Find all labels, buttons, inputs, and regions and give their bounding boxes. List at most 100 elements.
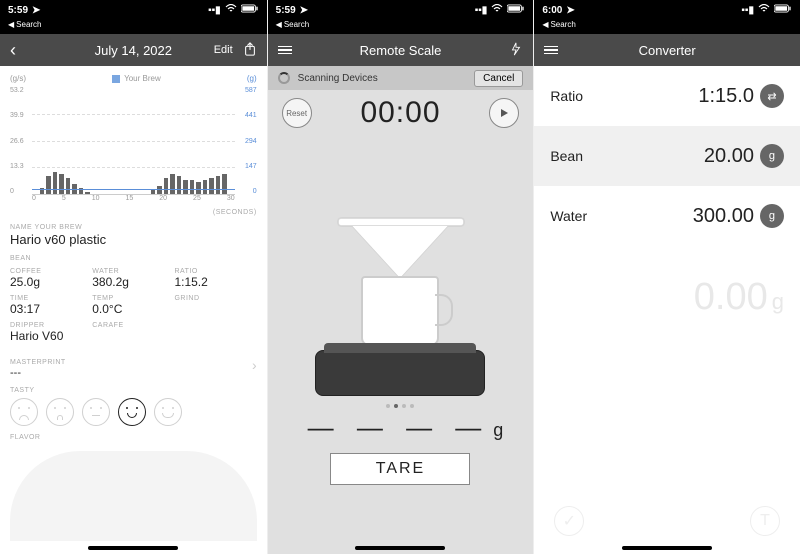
bean-unit[interactable]: g: [760, 144, 784, 168]
coffee-value: 25.0g: [10, 275, 92, 289]
home-indicator[interactable]: [88, 546, 178, 550]
ratio-value: 1:15.2: [174, 275, 256, 289]
scanning-label: Scanning Devices: [298, 73, 378, 84]
signal-icon: ▪▪▮: [475, 5, 488, 16]
face-2[interactable]: [46, 398, 74, 426]
play-button[interactable]: [489, 98, 519, 128]
flavor-label: FLAVOR: [10, 434, 257, 441]
bar: [164, 178, 169, 194]
cumulative-line: [32, 189, 235, 191]
screen-brew-detail: 5:59➤ ▪▪▮ ◀Search ‹ July 14, 2022 Edit (…: [0, 0, 267, 554]
bean-label: BEAN: [10, 255, 257, 262]
home-indicator[interactable]: [355, 546, 445, 550]
bar: [216, 176, 221, 194]
nav-title: July 14, 2022: [50, 43, 217, 58]
signal-icon: ▪▪▮: [208, 5, 221, 16]
wifi-icon: [225, 4, 237, 17]
status-time: 5:59: [8, 5, 28, 16]
bar: [203, 180, 208, 194]
brew-name[interactable]: Hario v60 plastic: [10, 232, 257, 247]
masterprint-row[interactable]: MASTERPRINT --- ›: [10, 351, 257, 379]
water-value-conv: 300.00: [693, 205, 754, 228]
cup-graphic: [361, 276, 439, 346]
time-value: 03:17: [10, 302, 92, 316]
bar: [190, 180, 195, 194]
legend-swatch: [112, 75, 120, 83]
bar: [85, 192, 90, 194]
battery-icon: [507, 4, 525, 16]
status-icons: ▪▪▮: [475, 4, 526, 17]
reset-button[interactable]: Reset: [282, 98, 312, 128]
nav-title: Remote Scale: [318, 43, 484, 58]
bean-value: 20.00: [704, 145, 754, 168]
water-row[interactable]: Water 300.00g: [534, 186, 800, 246]
swap-icon[interactable]: ⇄: [760, 84, 784, 108]
scale-graphic: [315, 350, 485, 396]
bar: [177, 176, 182, 194]
navbar: ‹ July 14, 2022 Edit: [0, 34, 267, 66]
tare-button[interactable]: TARE: [330, 453, 470, 485]
flavor-chart-placeholder: [10, 451, 257, 541]
ratio-value: 1:15.0: [698, 85, 754, 108]
legend-label: Your Brew: [124, 74, 161, 83]
xaxis-label: (seconds): [10, 209, 257, 216]
battery-icon: [241, 4, 259, 16]
status-time: 6:00: [542, 5, 562, 16]
brew-chart: 53.2 39.9 26.6 13.3 0 587 441 294 147 0: [10, 87, 257, 207]
screen-remote-scale: 5:59 ➤ ▪▪▮ ◀Search Remote Scale Scanning …: [267, 0, 534, 554]
location-icon: ➤: [566, 5, 574, 16]
status-icons: ▪▪▮: [741, 4, 792, 17]
name-label: NAME YOUR BREW: [10, 224, 257, 231]
status-back-search[interactable]: ◀Search: [0, 20, 267, 34]
share-icon[interactable]: [243, 42, 257, 59]
bar: [151, 190, 156, 194]
dripper-value: Hario V60: [10, 329, 92, 343]
back-button[interactable]: ‹: [10, 40, 16, 61]
screen-converter: 6:00➤ ▪▪▮ ◀Search Converter Ratio 1:15.0…: [533, 0, 800, 554]
navbar: Remote Scale: [268, 34, 534, 66]
cancel-button[interactable]: Cancel: [474, 70, 523, 87]
battery-icon: [774, 4, 792, 16]
face-1[interactable]: [10, 398, 38, 426]
nav-title: Converter: [584, 43, 750, 58]
y-unit-right: (g): [247, 74, 257, 83]
bar: [183, 180, 188, 194]
chevron-right-icon: ›: [252, 357, 257, 373]
scale-illustration: [268, 136, 534, 396]
navbar: Converter: [534, 34, 800, 66]
status-icons: ▪▪▮: [208, 4, 259, 17]
location-icon: ➤: [300, 5, 308, 16]
confirm-button[interactable]: ✓: [554, 506, 584, 536]
edit-button[interactable]: Edit: [214, 44, 233, 56]
scale-connect-icon[interactable]: [509, 42, 523, 59]
bar: [170, 174, 175, 194]
bar: [46, 176, 51, 194]
water-unit[interactable]: g: [760, 204, 784, 228]
dripper-graphic: [345, 218, 455, 278]
menu-button[interactable]: [544, 46, 558, 55]
face-5[interactable]: [154, 398, 182, 426]
bar: [53, 172, 58, 194]
water-value: 380.2g: [92, 275, 174, 289]
bar: [66, 178, 71, 194]
tasty-rating: [10, 398, 257, 426]
bean-row[interactable]: Bean 20.00g: [534, 126, 800, 186]
face-4[interactable]: [118, 398, 146, 426]
tasty-label: TASTY: [10, 387, 257, 394]
bar: [209, 178, 214, 194]
menu-button[interactable]: [278, 46, 292, 55]
ratio-row[interactable]: Ratio 1:15.0⇄: [534, 66, 800, 126]
status-back-search[interactable]: ◀Search: [534, 20, 800, 34]
weight-display: — — — —g: [268, 408, 534, 443]
statusbar: 5:59 ➤ ▪▪▮: [268, 0, 534, 20]
spinner-icon: [278, 72, 290, 84]
signal-icon: ▪▪▮: [741, 5, 754, 16]
tare-shortcut-button[interactable]: T: [750, 506, 780, 536]
face-3[interactable]: [82, 398, 110, 426]
wifi-icon: [491, 4, 503, 17]
status-time: 5:59: [276, 5, 296, 16]
home-indicator[interactable]: [622, 546, 712, 550]
status-back-search[interactable]: ◀Search: [268, 20, 534, 34]
statusbar: 5:59➤ ▪▪▮: [0, 0, 267, 20]
timer-display: 00:00: [360, 96, 440, 130]
